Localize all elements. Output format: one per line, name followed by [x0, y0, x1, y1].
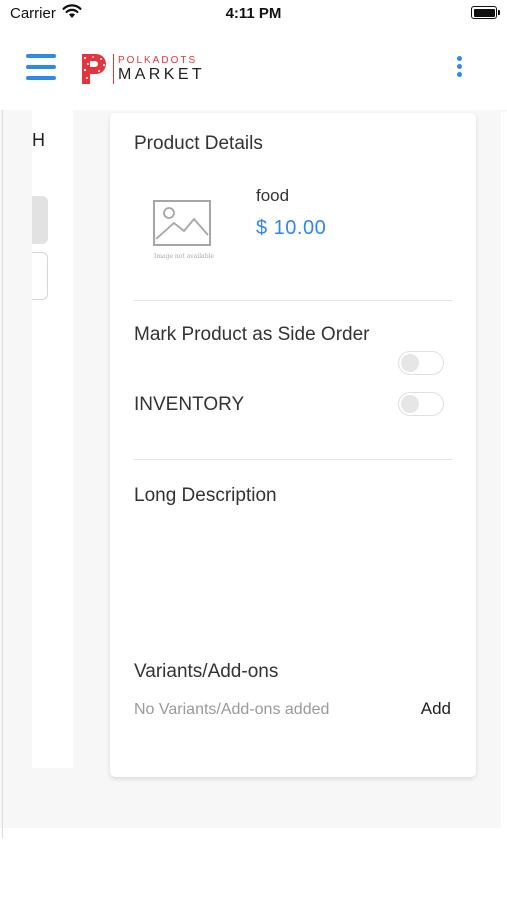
- battery-icon: [471, 6, 500, 19]
- logo-market-text: MARKET: [118, 66, 206, 83]
- hamburger-menu-icon[interactable]: [26, 54, 56, 80]
- status-bar: Carrier 4:11 PM: [0, 0, 507, 28]
- add-variant-button[interactable]: Add: [421, 699, 451, 719]
- product-details-title: Product Details: [134, 133, 263, 154]
- product-price: $ 10.00: [256, 217, 327, 239]
- section-divider: [134, 300, 452, 301]
- logo-divider: [113, 54, 114, 84]
- section-divider: [134, 459, 452, 460]
- panel-list-item[interactable]: [32, 252, 48, 300]
- product-details-card: Product Details Image not available food…: [110, 113, 476, 777]
- clock: 4:11 PM: [225, 5, 282, 22]
- product-name: food: [256, 186, 290, 205]
- no-variants-message: No Variants/Add-ons added: [134, 701, 330, 718]
- logo-p-mark: [82, 54, 106, 84]
- inventory-label: INVENTORY: [134, 394, 245, 415]
- product-list-panel: H: [32, 110, 73, 768]
- app-header: POLKADOTS MARKET: [0, 28, 507, 110]
- inventory-toggle[interactable]: [398, 392, 444, 416]
- left-edge-divider: [2, 110, 3, 838]
- long-description-label: Long Description: [134, 485, 277, 506]
- more-options-icon[interactable]: [455, 56, 463, 78]
- panel-search-bar[interactable]: [32, 196, 48, 244]
- side-order-toggle[interactable]: [398, 351, 444, 375]
- polkadots-market-logo: POLKADOTS MARKET: [80, 52, 210, 86]
- panel-partial-heading: H: [32, 130, 45, 150]
- logo-polkadots-text: POLKADOTS: [118, 55, 198, 66]
- side-order-label: Mark Product as Side Order: [134, 324, 370, 345]
- image-not-available-caption: Image not available: [154, 253, 214, 260]
- variants-addons-label: Variants/Add-ons: [134, 661, 279, 682]
